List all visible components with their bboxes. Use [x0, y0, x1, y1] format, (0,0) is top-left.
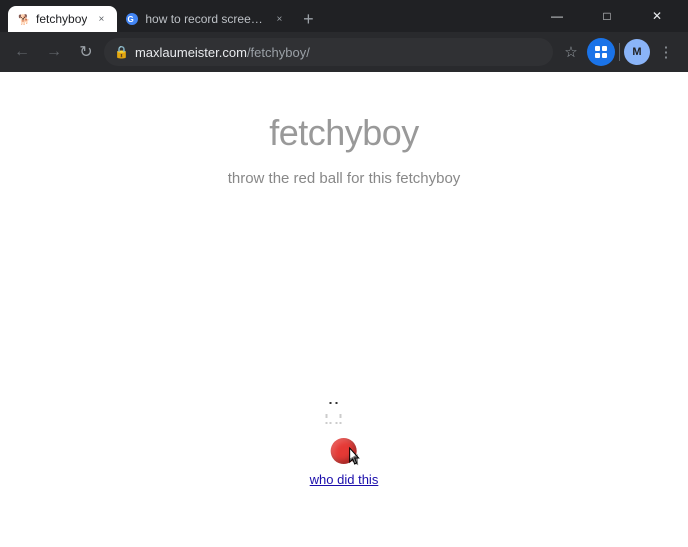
tab-close-fetchyboy[interactable]: ×	[93, 11, 109, 27]
svg-text:G: G	[128, 15, 134, 24]
extensions-button[interactable]	[587, 38, 615, 66]
tabs-area: 🐕 fetchyboy × G how to record screen on …	[8, 0, 534, 32]
tab-close-search[interactable]: ×	[271, 11, 287, 27]
tab-favicon-fetchyboy: 🐕	[16, 12, 30, 26]
omnibar-right: ☆ M ⋮	[557, 38, 680, 66]
menu-button[interactable]: ⋮	[652, 38, 680, 66]
omnibar: ← → ↻ 🔒 maxlaumeister.com/fetchyboy/ ☆ M…	[0, 32, 688, 72]
google-favicon-icon: G	[125, 12, 139, 26]
refresh-button[interactable]: ↻	[72, 38, 100, 66]
maximize-button[interactable]: □	[584, 0, 630, 32]
svg-text:🐕: 🐕	[18, 13, 30, 26]
who-did-this-link[interactable]: who did this	[310, 472, 379, 487]
title-bar: 🐕 fetchyboy × G how to record screen on …	[0, 0, 688, 32]
page-title: fetchyboy	[269, 112, 419, 154]
extensions-icon	[593, 44, 609, 60]
tab-favicon-search: G	[125, 12, 139, 26]
red-ball[interactable]	[331, 438, 357, 464]
profile-avatar[interactable]: M	[624, 39, 650, 65]
minimize-button[interactable]: —	[534, 0, 580, 32]
tab-fetchyboy[interactable]: 🐕 fetchyboy ×	[8, 6, 117, 32]
page-content: fetchyboy throw the red ball for this fe…	[0, 72, 688, 547]
cursor-icon	[348, 446, 362, 466]
new-tab-button[interactable]: +	[295, 6, 321, 32]
ball-container	[331, 438, 357, 464]
game-area: who did this	[310, 398, 379, 487]
tab-label-fetchyboy: fetchyboy	[36, 12, 87, 26]
lock-icon: 🔒	[114, 45, 129, 59]
address-text: maxlaumeister.com/fetchyboy/	[135, 45, 543, 60]
address-bar[interactable]: 🔒 maxlaumeister.com/fetchyboy/	[104, 38, 553, 66]
forward-button[interactable]: →	[40, 38, 68, 66]
page-subtitle: throw the red ball for this fetchyboy	[228, 170, 461, 187]
address-base: maxlaumeister.com	[135, 45, 247, 60]
dog-favicon-icon: 🐕	[16, 12, 30, 26]
omnibar-divider	[619, 43, 620, 61]
address-path: /fetchyboy/	[247, 45, 310, 60]
window-controls: — □ ✕	[534, 0, 680, 32]
tab-search[interactable]: G how to record screen on wind… ×	[117, 6, 295, 32]
tab-label-search: how to record screen on wind…	[145, 12, 265, 26]
back-button[interactable]: ←	[8, 38, 36, 66]
dog-canvas	[324, 398, 364, 438]
star-button[interactable]: ☆	[557, 38, 585, 66]
close-button[interactable]: ✕	[634, 0, 680, 32]
pixel-dog	[324, 398, 364, 438]
